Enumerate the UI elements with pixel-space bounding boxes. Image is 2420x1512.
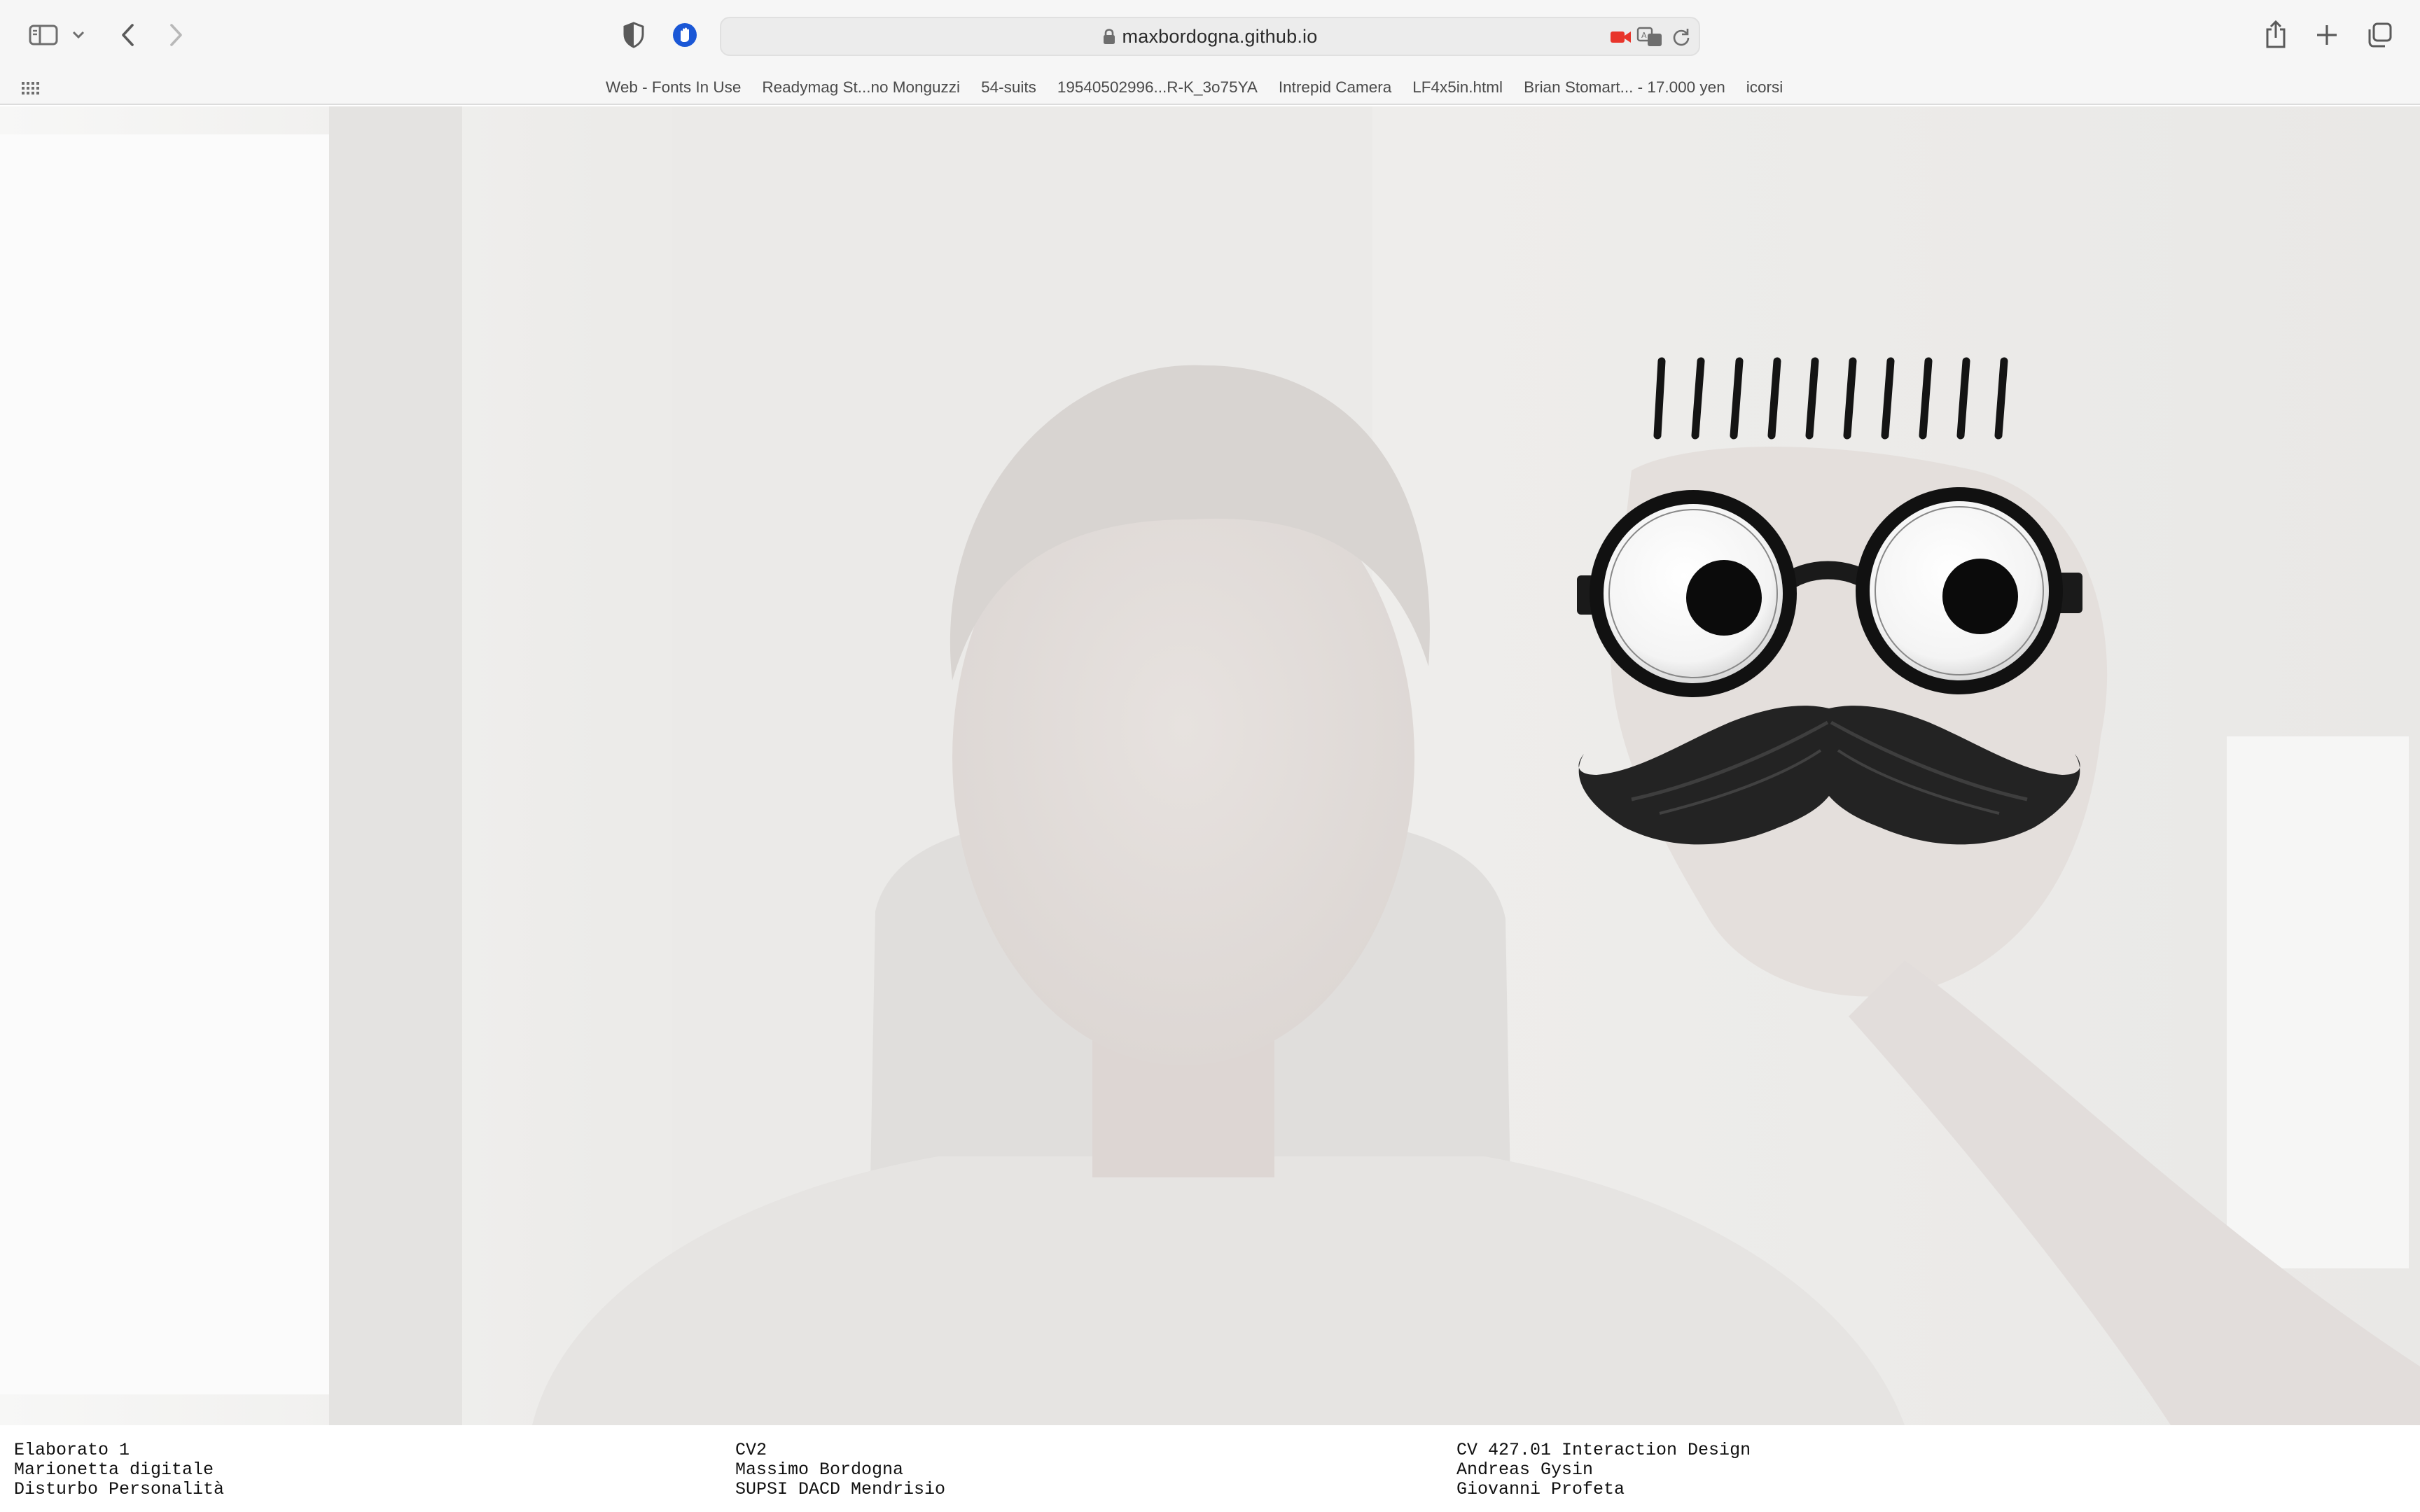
- share-icon[interactable]: [2263, 18, 2288, 50]
- page-footer: Elaborato 1 Marionetta digitale Disturbo…: [0, 1425, 2420, 1512]
- window-shape: [0, 134, 329, 1394]
- footer-author: CV2 Massimo Bordogna SUPSI DACD Mendrisi…: [735, 1441, 945, 1499]
- footer-text: CV2: [735, 1440, 767, 1460]
- lock-icon: [1103, 28, 1115, 45]
- forward-icon[interactable]: [164, 21, 189, 49]
- extension-icon[interactable]: [671, 21, 699, 49]
- grid-icon[interactable]: [20, 78, 42, 98]
- translate-icon[interactable]: A: [1636, 25, 1664, 49]
- footer-text: Massimo Bordogna: [735, 1460, 904, 1480]
- webcam-canvas: [0, 106, 2420, 1425]
- bookmark-item[interactable]: Readymag St...no Monguzzi: [751, 78, 971, 97]
- footer-project: Elaborato 1 Marionetta digitale Disturbo…: [14, 1441, 224, 1499]
- bookmark-item[interactable]: icorsi: [1736, 78, 1794, 97]
- footer-text: CV 427.01 Interaction Design: [1456, 1440, 1751, 1460]
- bookmark-item[interactable]: Intrepid Camera: [1268, 78, 1402, 97]
- right-pupil: [1942, 559, 2018, 634]
- bookmarks-list: Web - Fonts In Use Readymag St...no Mong…: [595, 70, 1793, 105]
- shield-icon[interactable]: [620, 21, 647, 49]
- footer-text: Disturbo Personalità: [14, 1479, 225, 1499]
- reload-icon[interactable]: [1671, 27, 1692, 48]
- svg-text:A: A: [1641, 31, 1647, 40]
- camera-icon[interactable]: [1609, 27, 1633, 48]
- footer-text: SUPSI DACD Mendrisio: [735, 1479, 946, 1499]
- sidebar-icon[interactable]: [27, 21, 60, 49]
- bookmark-item[interactable]: LF4x5in.html: [1402, 78, 1513, 97]
- left-pupil: [1686, 560, 1762, 636]
- bookmark-item[interactable]: Brian Stomart... - 17.000 yen: [1513, 78, 1736, 97]
- footer-course: CV 427.01 Interaction Design Andreas Gys…: [1456, 1441, 1751, 1499]
- footer-text: Elaborato 1: [14, 1440, 130, 1460]
- footer-text: Giovanni Profeta: [1456, 1479, 1625, 1499]
- chevron-down-icon[interactable]: [70, 28, 87, 42]
- browser-toolbar: maxbordogna.github.io A: [0, 0, 2420, 70]
- footer-text: Andreas Gysin: [1456, 1460, 1594, 1480]
- bookmark-item[interactable]: 19540502996...R-K_3o75YA: [1047, 78, 1268, 97]
- webcam-feed: [0, 106, 2420, 1425]
- plus-icon[interactable]: [2314, 21, 2340, 49]
- back-icon[interactable]: [115, 21, 140, 49]
- address-text: maxbordogna.github.io: [1122, 25, 1318, 47]
- tabs-icon[interactable]: [2365, 21, 2393, 49]
- address-bar[interactable]: maxbordogna.github.io A: [720, 17, 1700, 56]
- footer-text: Marionetta digitale: [14, 1460, 214, 1480]
- bookmark-item[interactable]: Web - Fonts In Use: [595, 78, 751, 97]
- bookmark-item[interactable]: 54-suits: [971, 78, 1047, 97]
